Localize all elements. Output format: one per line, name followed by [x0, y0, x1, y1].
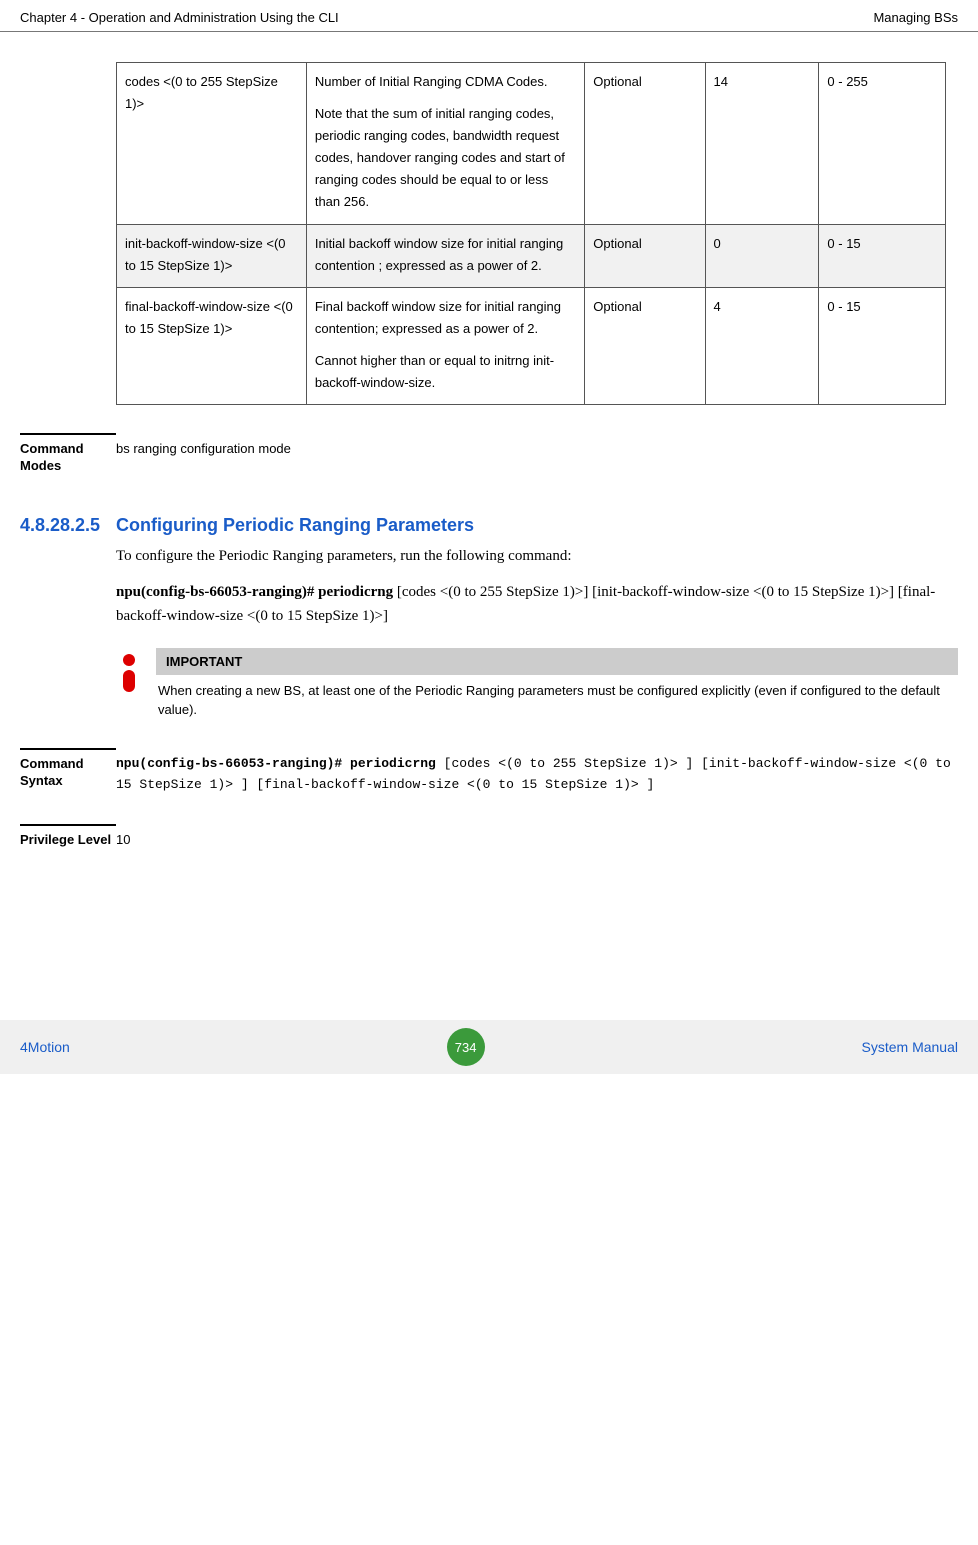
desc-text: Note that the sum of initial ranging cod… [315, 106, 565, 209]
desc-cell: Initial backoff window size for initial … [306, 224, 584, 287]
default-cell: 4 [705, 287, 819, 404]
footer-brand: 4Motion [20, 1039, 70, 1055]
table-row: final-backoff-window-size <(0 to 15 Step… [117, 287, 946, 404]
privilege-level-value: 10 [116, 824, 958, 851]
table-row: init-backoff-window-size <(0 to 15 StepS… [117, 224, 946, 287]
section-title: Configuring Periodic Ranging Parameters [116, 515, 474, 535]
header-left: Chapter 4 - Operation and Administration… [20, 10, 339, 25]
privilege-level-label: Privilege Level [20, 824, 116, 851]
command-syntax-label: Command Syntax [20, 748, 116, 796]
footer-page-number: 734 [447, 1028, 485, 1066]
header-right: Managing BSs [873, 10, 958, 25]
section-number: 4.8.28.2.5 [20, 515, 116, 536]
desc-text: Cannot higher than or equal to initrng i… [315, 353, 554, 390]
command-syntax-value: npu(config-bs-66053-ranging)# periodicrn… [116, 748, 958, 796]
presence-cell: Optional [585, 63, 705, 225]
important-callout: IMPORTANT When creating a new BS, at lea… [116, 648, 958, 720]
important-text: When creating a new BS, at least one of … [156, 681, 958, 720]
command-syntax-block: Command Syntax npu(config-bs-66053-rangi… [20, 748, 958, 796]
section-intro: To configure the Periodic Ranging parame… [116, 544, 958, 568]
param-cell: codes <(0 to 255 StepSize 1)> [117, 63, 307, 225]
command-modes-block: Command Modes bs ranging configuration m… [20, 433, 958, 475]
section-command: npu(config-bs-66053-ranging)# periodicrn… [116, 580, 958, 628]
command-bold: npu(config-bs-66053-ranging)# periodicrn… [116, 584, 393, 600]
command-modes-value: bs ranging configuration mode [116, 433, 958, 475]
param-cell: init-backoff-window-size <(0 to 15 StepS… [117, 224, 307, 287]
privilege-level-block: Privilege Level 10 [20, 824, 958, 851]
range-cell: 0 - 255 [819, 63, 946, 225]
default-cell: 0 [705, 224, 819, 287]
desc-text: Final backoff window size for initial ra… [315, 299, 561, 336]
page-footer: 4Motion 734 System Manual [0, 1020, 978, 1074]
range-cell: 0 - 15 [819, 287, 946, 404]
desc-cell: Number of Initial Ranging CDMA Codes. No… [306, 63, 584, 225]
page-header: Chapter 4 - Operation and Administration… [0, 0, 978, 32]
presence-cell: Optional [585, 287, 705, 404]
info-icon [116, 654, 142, 694]
important-header: IMPORTANT [156, 648, 958, 675]
presence-cell: Optional [585, 224, 705, 287]
section-heading: 4.8.28.2.5Configuring Periodic Ranging P… [20, 515, 958, 536]
command-modes-label: Command Modes [20, 433, 116, 475]
table-row: codes <(0 to 255 StepSize 1)> Number of … [117, 63, 946, 225]
parameter-table: codes <(0 to 255 StepSize 1)> Number of … [116, 62, 946, 405]
desc-cell: Final backoff window size for initial ra… [306, 287, 584, 404]
param-cell: final-backoff-window-size <(0 to 15 Step… [117, 287, 307, 404]
default-cell: 14 [705, 63, 819, 225]
desc-text: Number of Initial Ranging CDMA Codes. [315, 74, 548, 89]
command-syntax-bold: npu(config-bs-66053-ranging)# periodicrn… [116, 756, 436, 771]
range-cell: 0 - 15 [819, 224, 946, 287]
footer-system-manual: System Manual [862, 1039, 958, 1055]
